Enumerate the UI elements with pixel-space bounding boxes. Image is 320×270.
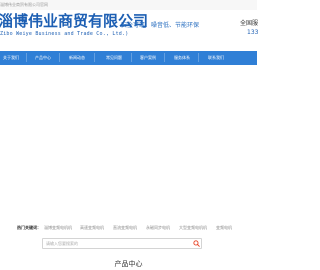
hotline-label: 全国服 [240,20,259,27]
header-slogan: 安全可靠、噪音低、节能环保 [121,22,200,29]
section-title-products: 产品中心 [114,260,143,268]
hot-keywords-label: 热门关键词： [17,225,41,230]
hot-keyword-link[interactable]: 高速变频电机 [80,225,104,231]
hotline-number: 133 [247,29,259,36]
top-bar-note: 淄博伟业商贸有限公司官网 [0,2,48,7]
nav-divider [131,53,132,62]
search-icon [193,240,200,247]
main-navigation: 关于我们 产品中心 新闻动态 常见问题 客户案例 服务体系 联系我们 [0,51,257,65]
nav-item-cases[interactable]: 客户案例 [140,54,156,61]
nav-divider [198,53,199,62]
nav-item-contact[interactable]: 联系我们 [208,54,224,61]
nav-divider [26,53,27,62]
hot-keywords-bar: 热门关键词： 淄博变频电机机 高速变频电机 直流变频电机 永磁同步电机 大型变频… [0,224,257,234]
search-input[interactable] [46,240,186,247]
top-bar: 淄博伟业商贸有限公司官网 [0,0,257,10]
hot-keyword-link[interactable]: 淄博变频电机机 [44,225,72,231]
nav-item-about[interactable]: 关于我们 [3,54,19,61]
nav-item-news[interactable]: 新闻动态 [69,54,85,61]
nav-item-products[interactable]: 产品中心 [35,54,51,61]
site-search-box [42,238,202,249]
nav-item-service[interactable]: 服务体系 [174,54,190,61]
search-button[interactable] [192,239,201,248]
hot-keyword-link[interactable]: 大型变频电机机 [179,225,207,231]
nav-divider [59,53,60,62]
nav-divider [164,53,165,62]
company-logo-english: Zibo Weiye Business and Trade Co., Ltd.) [0,31,129,37]
hot-keyword-link[interactable]: 直流变频电机 [113,225,137,231]
nav-divider [94,53,95,62]
banner-area [0,65,257,218]
hot-keyword-link[interactable]: 变频电机 [216,225,232,231]
nav-item-faq[interactable]: 常见问题 [106,54,122,61]
hot-keyword-link[interactable]: 永磁同步电机 [146,225,170,231]
